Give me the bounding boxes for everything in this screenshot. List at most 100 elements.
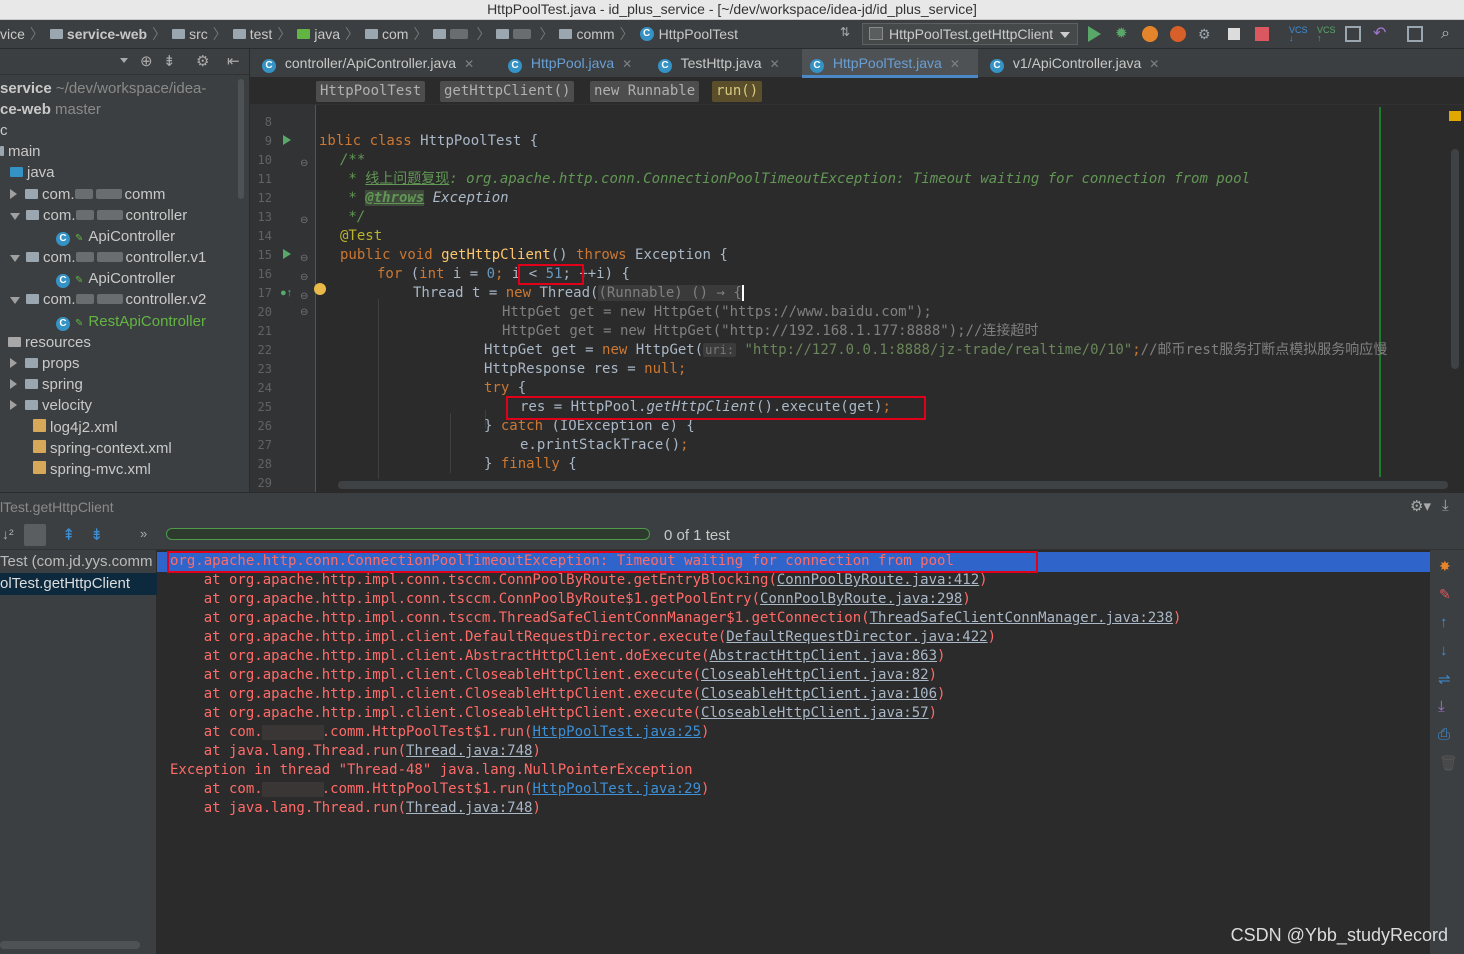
tree-row-service-web[interactable]: ce-web master <box>0 99 101 120</box>
fold-icon[interactable]: ⊖ <box>300 272 308 283</box>
fold-icon[interactable]: ⊖ <box>300 291 308 302</box>
vcs-history-icon[interactable] <box>1345 26 1361 42</box>
debug-icon[interactable]: ✹ <box>1115 26 1131 42</box>
test-class-row[interactable]: Test (com.jd.yys.comm <box>0 553 153 570</box>
code-editor[interactable]: 8 9 10 11 12 13 14 15 16 17 20 21 22 23 … <box>250 105 1464 492</box>
tree-row-src[interactable]: c <box>0 120 8 141</box>
tree-row-props[interactable]: props <box>10 353 80 374</box>
run-icon[interactable] <box>1088 26 1101 42</box>
tab-httppooltest[interactable]: C HttpPoolTest.java ✕ <box>802 49 978 78</box>
tree-row-spring-context[interactable]: spring-context.xml <box>33 438 172 459</box>
trash-icon[interactable]: 🗑 <box>1439 754 1458 772</box>
debug-rerun-icon[interactable]: ✸ <box>1439 558 1451 575</box>
tree-row-main[interactable]: main <box>0 141 41 162</box>
tree-row-package-comm[interactable]: com. comm <box>10 184 165 205</box>
stack-frame-link[interactable]: HttpPoolTest.java:29 <box>532 781 701 797</box>
close-icon[interactable]: ✕ <box>1149 57 1159 71</box>
locate-icon[interactable]: ⊕ <box>140 52 153 70</box>
tree-horizontal-scrollbar[interactable] <box>0 941 140 949</box>
tree-row-apicontroller-v1[interactable]: C ✎ ApiController <box>56 268 175 289</box>
stop-icon[interactable] <box>1255 27 1269 41</box>
tree-row-spring[interactable]: spring <box>10 374 83 395</box>
run-test-gutter-icon[interactable] <box>283 135 291 145</box>
tree-row-service[interactable]: service ~/dev/workspace/idea- <box>0 78 206 99</box>
stack-frame-link[interactable]: HttpPoolTest.java:25 <box>532 724 701 740</box>
up-arrow-icon[interactable]: ↑ <box>1440 614 1448 631</box>
run-test-gutter-icon[interactable] <box>283 249 291 259</box>
close-icon[interactable]: ✕ <box>464 57 474 71</box>
stack-frame-link[interactable]: Thread.java:748 <box>406 800 532 816</box>
collapse-all-icon[interactable]: ⇟ <box>163 52 176 70</box>
breadcrumb-run[interactable]: run() <box>712 81 763 102</box>
tree-row-java[interactable]: java <box>10 162 55 183</box>
tab-controller-apicontroller[interactable]: C controller/ApiController.java ✕ <box>254 49 474 78</box>
nav-crumb-com[interactable]: com 〉 <box>365 24 427 44</box>
tree-row-apicontroller[interactable]: C ✎ ApiController <box>56 226 175 247</box>
console-output[interactable]: org.apache.http.conn.ConnectionPoolTimeo… <box>157 550 1430 954</box>
build-icon[interactable]: ⇅ <box>840 25 854 43</box>
stack-frame-link[interactable]: ConnPoolByRoute.java:298 <box>760 591 962 607</box>
toggle-show-passed-button[interactable] <box>24 524 46 546</box>
fold-icon[interactable]: ⊖ <box>300 307 308 318</box>
chevron-down-icon[interactable] <box>120 58 128 63</box>
tab-v1-apicontroller[interactable]: C v1/ApiController.java ✕ <box>982 49 1159 78</box>
stack-frame-link[interactable]: CloseableHttpClient.java:57 <box>701 705 929 721</box>
tree-row-spring-mvc[interactable]: spring-mvc.xml <box>33 459 151 480</box>
nav-crumb-httppooltest[interactable]: C HttpPoolTest <box>639 26 738 42</box>
nav-crumb-comm[interactable]: comm 〉 <box>559 24 634 44</box>
soft-wrap-icon[interactable]: ⇌ <box>1438 670 1451 688</box>
tree-row-package-controller-v2[interactable]: com. controller.v2 <box>10 289 206 310</box>
close-icon[interactable]: ✕ <box>622 57 632 71</box>
scroll-to-end-icon[interactable]: ⤓ <box>1438 698 1445 715</box>
tree-row-log4j2[interactable]: log4j2.xml <box>33 417 118 438</box>
close-icon[interactable]: ✕ <box>950 57 960 71</box>
run-configuration-select[interactable]: HttpPoolTest.getHttpClient <box>862 23 1078 45</box>
fold-icon[interactable]: ⊖ <box>300 253 308 264</box>
nav-crumb-module[interactable]: vice 〉 <box>0 24 44 44</box>
override-gutter-icon[interactable]: ●↑ <box>280 287 292 299</box>
concurrency-icon[interactable]: ⚙ <box>1198 26 1214 42</box>
project-scrollbar[interactable] <box>238 79 244 199</box>
breadcrumb-anonymous-class[interactable]: new Runnable <box>590 81 700 102</box>
clear-icon[interactable]: ✎ <box>1439 586 1451 603</box>
breadcrumb-class[interactable]: HttpPoolTest <box>316 81 426 102</box>
hide-panel-icon[interactable]: ⇤ <box>227 52 240 70</box>
nav-crumb-src[interactable]: src 〉 <box>172 24 227 44</box>
collapse-all-icon[interactable]: ⇟ <box>90 525 103 545</box>
stack-frame-link[interactable]: ConnPoolByRoute.java:412 <box>777 572 979 588</box>
nav-crumb-java[interactable]: java 〉 <box>297 24 359 44</box>
fold-icon[interactable]: ⊖ <box>300 215 308 226</box>
editor-horizontal-scrollbar[interactable] <box>338 481 1448 489</box>
expand-all-icon[interactable]: ⇞ <box>62 525 75 545</box>
nav-crumb-redacted-1[interactable]: 〉 <box>433 24 490 44</box>
stack-frame-link[interactable]: AbstractHttpClient.java:863 <box>709 648 937 664</box>
revert-icon[interactable]: ↶ <box>1373 26 1389 42</box>
tab-testhttp[interactable]: C TestHttp.java ✕ <box>650 49 780 78</box>
run-tab-title[interactable]: lTest.getHttpClient <box>0 499 114 515</box>
close-icon[interactable]: ✕ <box>770 57 780 71</box>
stack-frame-link[interactable]: DefaultRequestDirector.java:422 <box>726 629 987 645</box>
vcs-commit-icon[interactable]: VCS ↑ <box>1317 26 1336 43</box>
nav-crumb-service-web[interactable]: service-web 〉 <box>49 24 166 44</box>
down-arrow-icon[interactable]: ↓ <box>1440 642 1448 659</box>
gear-icon[interactable]: ⚙ <box>196 52 209 70</box>
tab-httppool[interactable]: C HttpPool.java ✕ <box>500 49 632 78</box>
project-structure-icon[interactable] <box>1407 26 1423 42</box>
gear-icon[interactable]: ⚙▾ <box>1410 497 1431 515</box>
profile-icon[interactable] <box>1170 26 1186 42</box>
tree-row-velocity[interactable]: velocity <box>10 395 92 416</box>
terminal-icon[interactable] <box>1226 26 1242 42</box>
vcs-update-icon[interactable]: VCS ↓ <box>1289 26 1308 43</box>
sort-icon[interactable]: ↓² <box>2 526 14 542</box>
tree-row-package-controller-v1[interactable]: com. controller.v1 <box>10 247 206 268</box>
nav-crumb-test[interactable]: test 〉 <box>232 24 291 44</box>
hide-panel-icon[interactable]: ⤓ <box>1442 497 1449 514</box>
breadcrumb-method[interactable]: getHttpClient() <box>440 81 575 102</box>
nav-crumb-redacted-2[interactable]: 〉 <box>496 24 553 44</box>
stack-frame-link[interactable]: CloseableHttpClient.java:106 <box>701 686 937 702</box>
search-icon[interactable]: ⌕ <box>1441 26 1457 42</box>
stack-frame-link[interactable]: Thread.java:748 <box>406 743 532 759</box>
stack-frame-link[interactable]: ThreadSafeClientConnManager.java:238 <box>870 610 1173 626</box>
lightbulb-icon[interactable] <box>314 283 326 295</box>
coverage-icon[interactable] <box>1142 26 1158 42</box>
